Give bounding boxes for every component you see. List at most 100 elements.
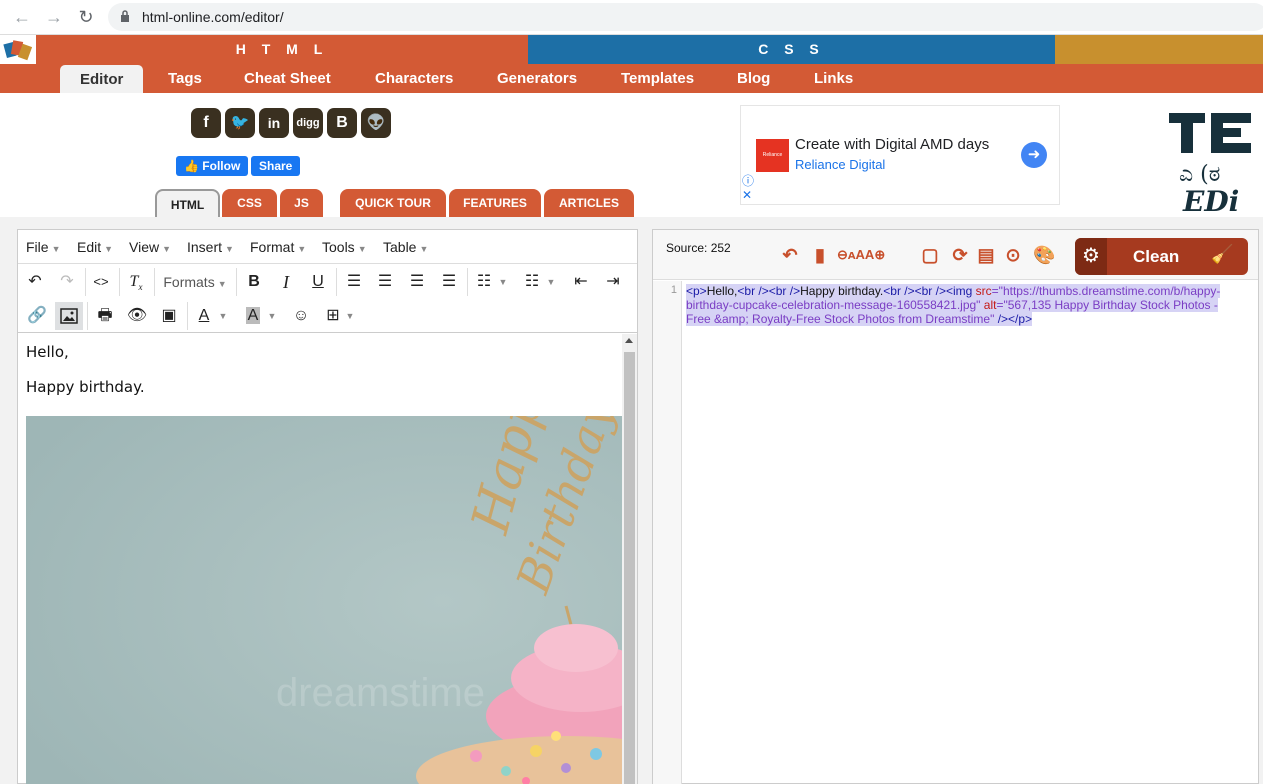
chevron-down-icon[interactable]: ▼ bbox=[343, 302, 357, 330]
chevron-down-icon: ▼ bbox=[162, 244, 172, 254]
redo-icon[interactable]: ↷ bbox=[53, 268, 81, 296]
facebook-icon[interactable]: f bbox=[191, 108, 221, 138]
emoticon-icon[interactable]: ☺ bbox=[287, 302, 315, 330]
new-document-icon[interactable]: ▮ bbox=[809, 244, 831, 266]
align-right-icon[interactable]: ☰ bbox=[403, 268, 431, 296]
tab-quick-tour[interactable]: QUICK TOUR bbox=[340, 189, 446, 217]
print-icon[interactable]: 🖶 bbox=[91, 302, 119, 330]
forward-icon[interactable]: → bbox=[42, 5, 66, 29]
nav-tags[interactable]: Tags bbox=[168, 64, 202, 93]
toolbar-divider bbox=[154, 268, 155, 296]
nav-cheat-sheet[interactable]: Cheat Sheet bbox=[244, 64, 331, 93]
chevron-down-icon[interactable]: ▼ bbox=[544, 268, 558, 296]
nav-editor[interactable]: Editor bbox=[60, 65, 143, 93]
bullet-list-icon[interactable]: ☷ bbox=[470, 268, 498, 296]
menu-table[interactable]: Table ▼ bbox=[383, 230, 428, 264]
ad-advertiser[interactable]: Reliance Digital bbox=[795, 157, 885, 172]
partial-site-logo: ಎ (ಠ EDi bbox=[1165, 105, 1263, 217]
preview-icon[interactable]: 👁 bbox=[123, 302, 151, 330]
image-icon[interactable] bbox=[55, 302, 83, 330]
line-number: 1 bbox=[670, 284, 677, 296]
chevron-down-icon[interactable]: ▼ bbox=[265, 302, 279, 330]
address-bar[interactable]: html-online.com/editor/ bbox=[108, 3, 1263, 31]
editor-content[interactable]: Hello, Happy birthday. Happy Birthday dr… bbox=[18, 334, 637, 784]
linkedin-icon[interactable]: in bbox=[259, 108, 289, 138]
font-size-icon[interactable]: ⊖ᴀAA⊕ bbox=[837, 244, 885, 266]
media-icon[interactable]: ▣ bbox=[155, 302, 183, 330]
html-section-bar[interactable]: H T M L bbox=[36, 35, 528, 64]
undo-source-icon[interactable]: ↶ bbox=[779, 244, 801, 266]
copy-icon[interactable]: ▤ bbox=[975, 244, 997, 266]
toolbar-divider bbox=[467, 268, 468, 296]
third-section-bar[interactable] bbox=[1055, 35, 1263, 64]
ad-arrow-icon[interactable]: ➜ bbox=[1021, 142, 1047, 168]
code-tag: <br /> bbox=[768, 284, 801, 298]
twitter-icon[interactable]: 🐦 bbox=[225, 108, 255, 138]
toolbar-divider bbox=[187, 302, 188, 330]
code-tag: <br /> bbox=[914, 284, 946, 298]
ad-title[interactable]: Create with Digital AMD days bbox=[795, 136, 989, 153]
blogger-icon[interactable]: B bbox=[327, 108, 357, 138]
undo-icon[interactable]: ↶ bbox=[21, 268, 49, 296]
back-icon[interactable]: ← bbox=[10, 5, 34, 29]
follow-label: Follow bbox=[202, 159, 241, 173]
align-left-icon[interactable]: ☰ bbox=[340, 268, 368, 296]
tab-css[interactable]: CSS bbox=[222, 189, 277, 217]
outdent-icon[interactable]: ⇤ bbox=[567, 268, 595, 296]
tab-articles[interactable]: ARTICLES bbox=[544, 189, 634, 217]
text-color-icon[interactable]: A bbox=[190, 302, 218, 330]
source-code-icon[interactable]: <> bbox=[87, 268, 115, 296]
site-logo[interactable] bbox=[0, 35, 36, 64]
clear-formatting-icon[interactable]: Tx bbox=[122, 268, 150, 296]
refresh-icon[interactable]: ⟳ bbox=[949, 244, 971, 266]
tab-features[interactable]: FEATURES bbox=[449, 189, 541, 217]
facebook-follow-button[interactable]: 👍 Follow bbox=[176, 156, 249, 176]
mouse-icon[interactable]: ⊙ bbox=[1002, 244, 1024, 266]
chevron-down-icon[interactable]: ▼ bbox=[216, 302, 230, 330]
thumbs-up-icon: 👍 bbox=[184, 159, 199, 173]
clean-button[interactable]: ⚙ Clean 🧹 bbox=[1075, 238, 1248, 275]
scrollbar-thumb[interactable] bbox=[624, 352, 635, 784]
ad-choices-icon[interactable]: ⓘ ✕ bbox=[742, 174, 754, 202]
bold-icon[interactable]: B bbox=[240, 268, 268, 296]
align-center-icon[interactable]: ☰ bbox=[371, 268, 399, 296]
wrap-icon[interactable]: ▢ bbox=[919, 244, 941, 266]
scroll-up-icon[interactable] bbox=[625, 338, 633, 343]
advertisement[interactable]: Reliance Digital Create with Digital AMD… bbox=[740, 105, 1060, 205]
chevron-down-icon[interactable]: ▼ bbox=[496, 268, 510, 296]
link-icon[interactable]: 🔗 bbox=[23, 302, 51, 330]
editor-scrollbar[interactable] bbox=[622, 334, 637, 784]
code-tag: <br /> bbox=[737, 284, 769, 298]
align-justify-icon[interactable]: ☰ bbox=[435, 268, 463, 296]
formats-dropdown[interactable]: Formats ▼ bbox=[160, 268, 230, 296]
numbered-list-icon[interactable]: ☷ bbox=[518, 268, 546, 296]
menu-file[interactable]: File ▼ bbox=[26, 230, 60, 264]
menu-tools[interactable]: Tools ▼ bbox=[322, 230, 367, 264]
reload-icon[interactable]: ↻ bbox=[74, 5, 98, 29]
toolbar-divider bbox=[336, 268, 337, 296]
nav-links[interactable]: Links bbox=[814, 64, 853, 93]
source-code[interactable]: <p>Hello,<br /><br />Happy birthday.<br … bbox=[686, 284, 1226, 326]
menu-edit[interactable]: Edit ▼ bbox=[77, 230, 113, 264]
css-section-bar[interactable]: C S S bbox=[528, 35, 1055, 64]
nav-characters[interactable]: Characters bbox=[375, 64, 453, 93]
gear-icon[interactable]: ⚙ bbox=[1075, 238, 1107, 275]
cupcake-image[interactable]: Happy Birthday dreamstime bbox=[26, 416, 622, 784]
facebook-share-button[interactable]: Share bbox=[251, 156, 301, 176]
nav-templates[interactable]: Templates bbox=[621, 64, 694, 93]
reddit-icon[interactable]: 👽 bbox=[361, 108, 391, 138]
nav-blog[interactable]: Blog bbox=[737, 64, 770, 93]
menu-view[interactable]: View ▼ bbox=[129, 230, 171, 264]
menu-format[interactable]: Format ▼ bbox=[250, 230, 306, 264]
line-number-gutter: 1 bbox=[653, 281, 682, 784]
tab-html[interactable]: HTML bbox=[155, 189, 220, 217]
tab-js[interactable]: JS bbox=[280, 189, 323, 217]
italic-icon[interactable]: I bbox=[272, 268, 300, 296]
nav-generators[interactable]: Generators bbox=[497, 64, 577, 93]
menu-insert[interactable]: Insert ▼ bbox=[187, 230, 234, 264]
digg-icon[interactable]: digg bbox=[293, 108, 323, 138]
background-color-icon[interactable]: A bbox=[239, 302, 267, 330]
indent-icon[interactable]: ⇥ bbox=[599, 268, 627, 296]
underline-icon[interactable]: U bbox=[304, 268, 332, 296]
palette-icon[interactable]: 🎨 bbox=[1033, 244, 1055, 266]
